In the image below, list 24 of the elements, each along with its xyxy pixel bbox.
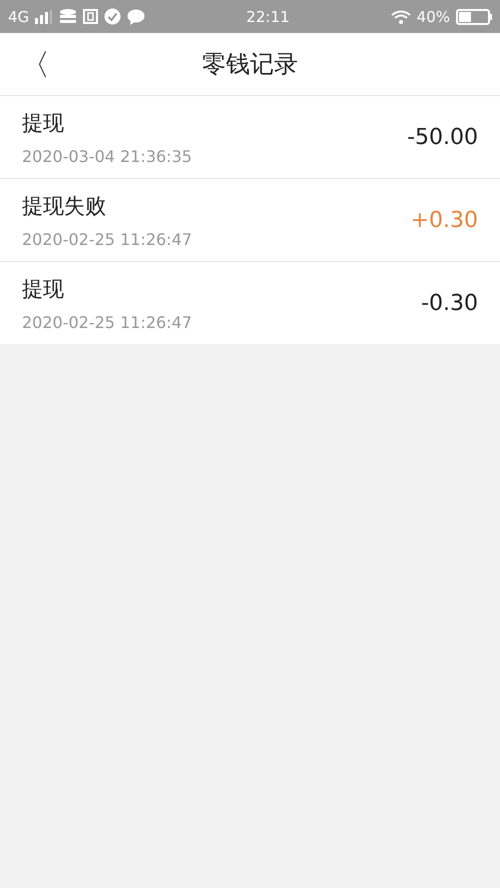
- record-title: 提现失败: [22, 192, 107, 220]
- page-title: 零钱记录: [202, 49, 298, 80]
- chat-icon: [127, 8, 146, 24]
- record-title: 提现: [22, 276, 65, 302]
- database-icon: [59, 8, 78, 24]
- record-time: 2020-03-04 21:36:35: [22, 146, 193, 166]
- square-icon: [83, 9, 98, 24]
- record-amount: -50.00: [407, 124, 478, 150]
- network-label: 4G: [8, 8, 30, 26]
- back-button[interactable]: 〈: [20, 45, 50, 83]
- record-row[interactable]: 提现失败 2020-02-25 11:26:47 +0.30: [0, 178, 500, 261]
- wifi-icon: [390, 10, 411, 24]
- check-icon: [104, 8, 122, 25]
- record-time: 2020-02-25 11:26:47: [22, 312, 193, 332]
- record-amount: +0.30: [410, 208, 478, 232]
- record-row[interactable]: 提现 2020-02-25 11:26:47 -0.30: [0, 261, 500, 344]
- battery-percent: 40%: [416, 8, 450, 26]
- signal-icon: [35, 10, 54, 24]
- record-time: 2020-02-25 11:26:47: [22, 230, 193, 248]
- record-amount: -0.30: [421, 290, 478, 316]
- record-row[interactable]: 提现 2020-03-04 21:36:35 -50.00: [0, 95, 500, 178]
- battery-icon: [456, 8, 492, 24]
- clock: 22:11: [246, 8, 290, 26]
- record-title: 提现: [22, 110, 65, 136]
